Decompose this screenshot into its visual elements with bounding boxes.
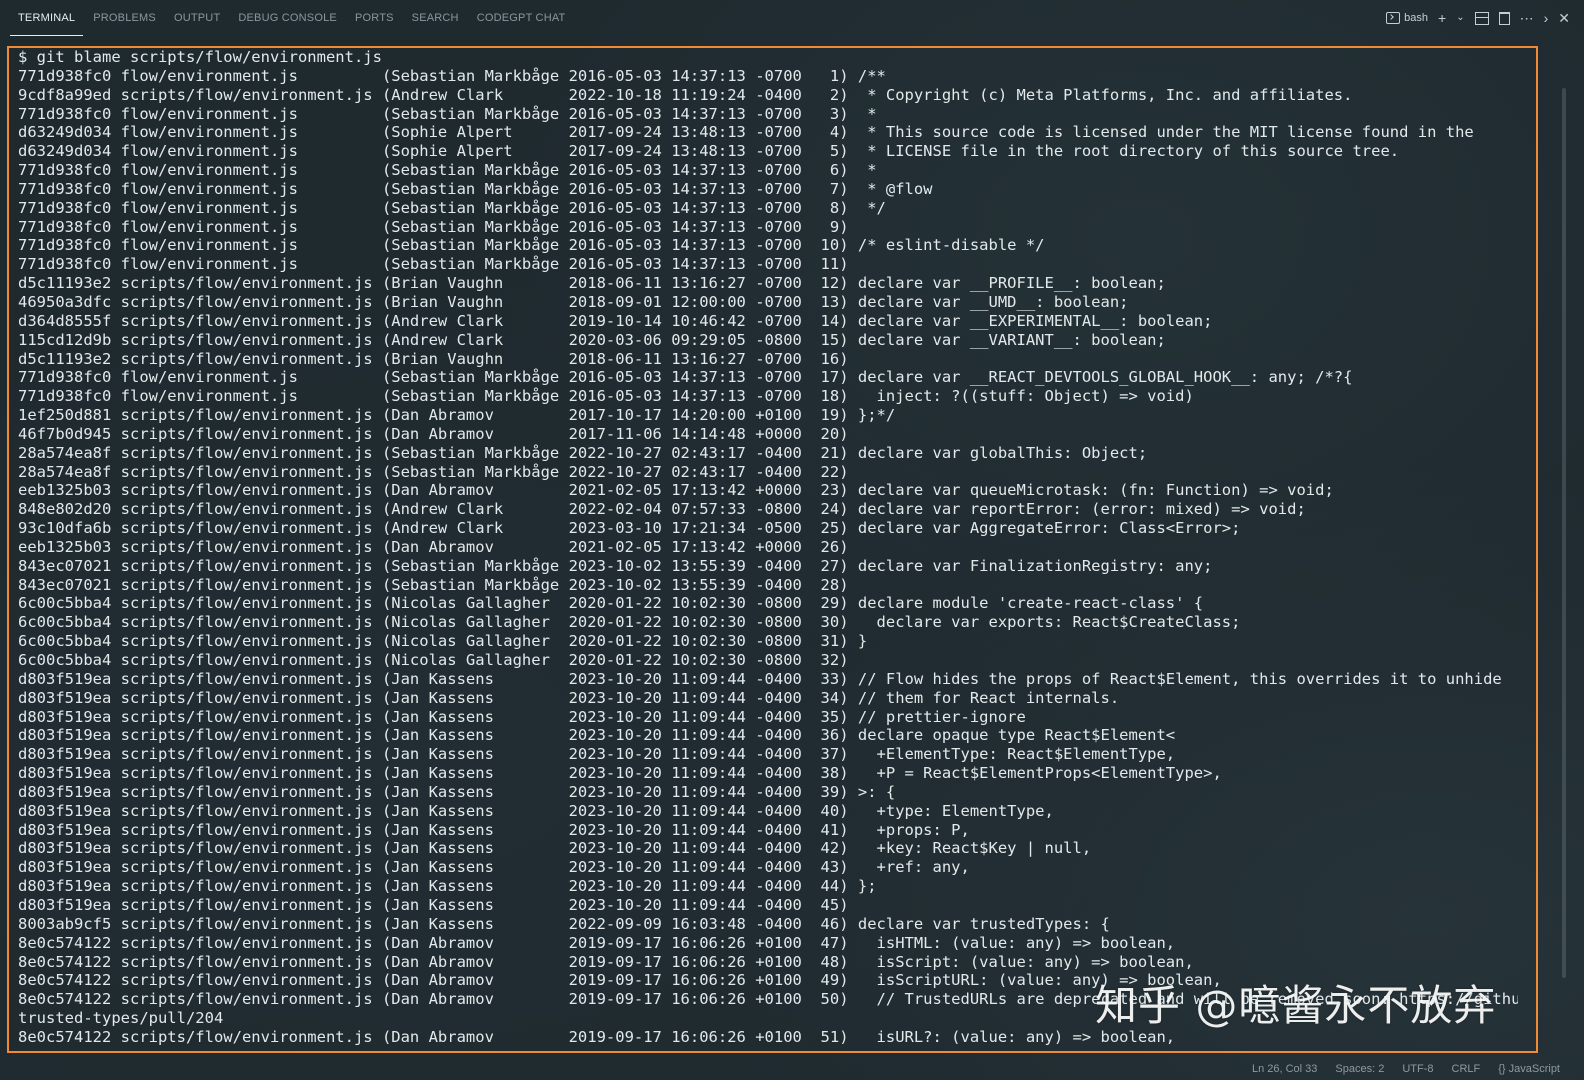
- terminal-line: eeb1325b03 scripts/flow/environment.js (…: [18, 537, 849, 556]
- terminal-line: d803f519ea scripts/flow/environment.js (…: [18, 895, 849, 914]
- encoding[interactable]: UTF-8: [1402, 1063, 1433, 1075]
- terminal-line: d803f519ea scripts/flow/environment.js (…: [18, 764, 1222, 783]
- terminal-line: 771d938fc0 flow/environment.js (Sebastia…: [18, 255, 849, 274]
- terminal-line: d803f519ea scripts/flow/environment.js (…: [18, 745, 1176, 764]
- terminal-line: 771d938fc0 flow/environment.js (Sebastia…: [18, 387, 1194, 406]
- tab-debug-console[interactable]: DEBUG CONSOLE: [230, 0, 345, 36]
- panel-tabs: TERMINAL PROBLEMS OUTPUT DEBUG CONSOLE PORTS…: [0, 0, 575, 36]
- terminal-scrollbar[interactable]: [1562, 88, 1566, 978]
- terminal-line: 6c00c5bba4 scripts/flow/environment.js (…: [18, 613, 1241, 632]
- terminal-line: d5c11193e2 scripts/flow/environment.js (…: [18, 349, 849, 368]
- tab-problems[interactable]: PROBLEMS: [85, 0, 164, 36]
- terminal-line: 6c00c5bba4 scripts/flow/environment.js (…: [18, 632, 868, 651]
- shell-selector[interactable]: bash: [1386, 12, 1428, 24]
- terminal-line: $ git blame scripts/flow/environment.js: [18, 48, 382, 66]
- terminal-line: 771d938fc0 flow/environment.js (Sebastia…: [18, 198, 886, 217]
- terminal-line: 771d938fc0 flow/environment.js (Sebastia…: [18, 179, 933, 198]
- terminal-icon: [1386, 12, 1401, 24]
- terminal-line: 93c10dfa6b scripts/flow/environment.js (…: [18, 519, 1241, 538]
- terminal-line: 6c00c5bba4 scripts/flow/environment.js (…: [18, 594, 1204, 613]
- trash-icon[interactable]: [1498, 11, 1510, 25]
- terminal-line: 771d938fc0 flow/environment.js (Sebastia…: [18, 104, 877, 123]
- chevron-right-icon[interactable]: ›: [1544, 11, 1549, 25]
- split-icon[interactable]: [1474, 11, 1489, 25]
- terminal-toolbar: bash + ⌄ ⋯ › ✕: [1386, 0, 1570, 36]
- terminal-line: d803f519ea scripts/flow/environment.js (…: [18, 858, 970, 877]
- terminal-line: d803f519ea scripts/flow/environment.js (…: [18, 707, 1026, 726]
- status-bar: Ln 26, Col 33 Spaces: 2 UTF-8 CRLF {} Ja…: [0, 1058, 1584, 1080]
- tab-search[interactable]: SEARCH: [404, 0, 467, 36]
- terminal-line: d803f519ea scripts/flow/environment.js (…: [18, 688, 1120, 707]
- terminal-line: 6c00c5bba4 scripts/flow/environment.js (…: [18, 651, 849, 669]
- shell-label: bash: [1404, 12, 1429, 24]
- tab-ports[interactable]: PORTS: [347, 0, 402, 36]
- terminal-line: d63249d034 flow/environment.js (Sophie A…: [18, 142, 1400, 161]
- tab-terminal[interactable]: TERMINAL: [10, 0, 84, 36]
- terminal-line: d5c11193e2 scripts/flow/environment.js (…: [18, 274, 1166, 293]
- terminal-line: 771d938fc0 flow/environment.js (Sebastia…: [18, 368, 1353, 387]
- indentation[interactable]: Spaces: 2: [1335, 1063, 1384, 1075]
- plus-icon[interactable]: +: [1438, 11, 1446, 25]
- terminal-line: 46f7b0d945 scripts/flow/environment.js (…: [18, 424, 849, 443]
- terminal-line: 771d938fc0 flow/environment.js (Sebastia…: [18, 236, 1045, 255]
- terminal-line: 115cd12d9b scripts/flow/environment.js (…: [18, 330, 1166, 349]
- terminal-line: 8003ab9cf5 scripts/flow/environment.js (…: [18, 914, 1110, 933]
- terminal-line: 8e0c574122 scripts/flow/environment.js (…: [18, 933, 1176, 952]
- terminal-line: d63249d034 flow/environment.js (Sophie A…: [18, 123, 1474, 142]
- terminal-line: d803f519ea scripts/flow/environment.js (…: [18, 782, 896, 801]
- terminal-line: 28a574ea8f scripts/flow/environment.js (…: [18, 462, 849, 481]
- terminal-line: 771d938fc0 flow/environment.js (Sebastia…: [18, 66, 886, 85]
- watermark: 知乎 @噫酱永不放弃: [1095, 981, 1497, 1030]
- tab-output[interactable]: OUTPUT: [166, 0, 228, 36]
- terminal-line: 8e0c574122 scripts/flow/environment.js (…: [18, 952, 1194, 971]
- cursor-position[interactable]: Ln 26, Col 33: [1252, 1063, 1317, 1075]
- terminal-line: d803f519ea scripts/flow/environment.js (…: [18, 839, 1092, 858]
- terminal-line: d803f519ea scripts/flow/environment.js (…: [18, 726, 1176, 745]
- terminal-line: d803f519ea scripts/flow/environment.js (…: [18, 820, 970, 839]
- terminal-line: 843ec07021 scripts/flow/environment.js (…: [18, 575, 849, 594]
- terminal-line: d803f519ea scripts/flow/environment.js (…: [18, 669, 1502, 688]
- terminal-line: 848e802d20 scripts/flow/environment.js (…: [18, 500, 1306, 519]
- terminal-line: d803f519ea scripts/flow/environment.js (…: [18, 877, 877, 896]
- panel-tab-bar: TERMINAL PROBLEMS OUTPUT DEBUG CONSOLE PORTS…: [0, 0, 1584, 36]
- terminal-line: 771d938fc0 flow/environment.js (Sebastia…: [18, 217, 849, 236]
- language-mode[interactable]: {} JavaScript: [1498, 1063, 1560, 1075]
- terminal-line: 771d938fc0 flow/environment.js (Sebastia…: [18, 161, 877, 180]
- terminal-output[interactable]: $ git blame scripts/flow/environment.js 7…: [18, 48, 1518, 1050]
- terminal-line: d803f519ea scripts/flow/environment.js (…: [18, 801, 1054, 820]
- terminal-line: 9cdf8a99ed scripts/flow/environment.js (…: [18, 85, 1353, 104]
- terminal-line: 1ef250d881 scripts/flow/environment.js (…: [18, 406, 896, 425]
- terminal-line: 843ec07021 scripts/flow/environment.js (…: [18, 556, 1213, 575]
- line-ending[interactable]: CRLF: [1452, 1063, 1481, 1075]
- terminal-line: d364d8555f scripts/flow/environment.js (…: [18, 311, 1213, 330]
- chevron-down-icon[interactable]: ⌄: [1456, 13, 1464, 23]
- terminal-line: eeb1325b03 scripts/flow/environment.js (…: [18, 481, 1334, 500]
- close-icon[interactable]: ✕: [1558, 11, 1570, 25]
- terminal-line: 46950a3dfc scripts/flow/environment.js (…: [18, 292, 1129, 311]
- ellipsis-icon[interactable]: ⋯: [1520, 11, 1534, 25]
- tab-codegpt-chat[interactable]: CODEGPT CHAT: [469, 0, 574, 36]
- terminal-line: 28a574ea8f scripts/flow/environment.js (…: [18, 443, 1148, 462]
